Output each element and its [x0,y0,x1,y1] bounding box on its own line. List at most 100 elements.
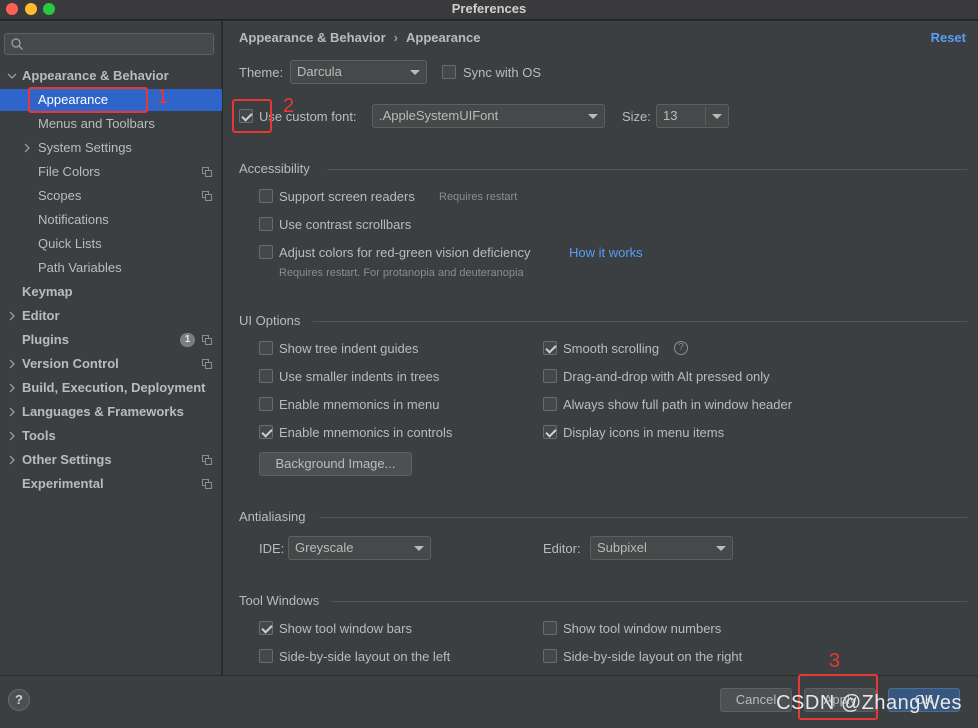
breadcrumb-separator: › [393,30,399,45]
chevron-right-icon [9,407,15,417]
search-input[interactable] [4,33,214,55]
contrast-scrollbars-label: Use contrast scrollbars [279,217,412,232]
sidebar-item-quick-lists[interactable]: Quick Lists [0,233,222,255]
sidebar-item-appearance-behavior[interactable]: Appearance & Behavior [0,65,222,87]
menu-icons-checkbox[interactable] [543,425,557,439]
chevron-down-icon [7,73,17,79]
sidebar-item-menus-toolbars[interactable]: Menus and Toolbars [0,113,222,135]
project-level-icon [202,455,212,465]
ide-aa-select[interactable]: Greyscale [288,536,431,560]
editor-aa-value: Subpixel [597,540,647,555]
sidebar-item-system-settings[interactable]: System Settings [0,137,222,159]
contrast-scrollbars-checkbox[interactable] [259,217,273,231]
adjust-colors-note: Requires restart. For protanopia and deu… [279,267,524,279]
sync-with-os-checkbox[interactable] [442,65,456,79]
accessibility-section-title: Accessibility [239,161,310,176]
watermark: CSDN @ZhangWes [776,692,962,714]
dropdown-arrow-icon [588,114,598,119]
tree-indent-guides-checkbox[interactable] [259,341,273,355]
dropdown-arrow-icon [410,70,420,75]
support-screen-readers-checkbox[interactable] [259,189,273,203]
sidebar-item-build-execution-deployment[interactable]: Build, Execution, Deployment [0,377,222,399]
sidebar-item-file-colors[interactable]: File Colors [0,161,222,183]
annotation-box-1 [28,87,148,113]
ide-aa-value: Greyscale [295,540,354,555]
section-divider [319,517,967,518]
sidebar-item-experimental[interactable]: Experimental [0,473,222,495]
tool-window-numbers-checkbox[interactable] [543,621,557,635]
theme-label: Theme: [239,65,284,80]
chevron-right-icon [9,431,15,441]
theme-select-value: Darcula [297,64,342,79]
chevron-right-icon [9,455,15,465]
editor-aa-select[interactable]: Subpixel [590,536,733,560]
font-size-select[interactable]: 13 [656,104,729,128]
project-level-icon [202,359,212,369]
drag-drop-alt-checkbox[interactable] [543,369,557,383]
tool-windows-section-title: Tool Windows [239,593,320,608]
window-title: Preferences [451,1,527,16]
help-button[interactable]: ? [8,689,30,711]
mnemonics-controls-label: Enable mnemonics in controls [279,425,453,440]
font-select-value: .AppleSystemUIFont [379,108,499,123]
use-custom-font-label: Use custom font: [259,109,357,124]
chevron-right-icon [24,143,30,153]
side-by-side-right-label: Side-by-side layout on the right [563,649,743,664]
menu-icons-label: Display icons in menu items [563,425,725,440]
adjust-colors-label: Adjust colors for red-green vision defic… [279,245,531,260]
dropdown-arrow-icon [712,114,722,119]
antialiasing-section-title: Antialiasing [239,509,306,524]
sidebar-item-path-variables[interactable]: Path Variables [0,257,222,279]
reset-link[interactable]: Reset [931,30,966,45]
chevron-right-icon [9,359,15,369]
smaller-indents-label: Use smaller indents in trees [279,369,440,384]
font-select[interactable]: .AppleSystemUIFont [372,104,605,128]
background-image-button[interactable]: Background Image... [259,452,412,476]
project-level-icon [202,167,212,177]
smooth-scrolling-label: Smooth scrolling [563,341,660,356]
sidebar-item-version-control[interactable]: Version Control [0,353,222,375]
support-screen-readers-label: Support screen readers [279,189,415,204]
annotation-number-2: 2 [283,95,295,117]
tool-window-bars-checkbox[interactable] [259,621,273,635]
chevron-right-icon [9,311,15,321]
breadcrumb-parent[interactable]: Appearance & Behavior [239,30,386,45]
plugins-update-badge: 1 [180,333,195,347]
sync-with-os-label: Sync with OS [463,65,542,80]
project-level-icon [202,191,212,201]
how-it-works-link[interactable]: How it works [569,245,643,260]
sidebar-item-plugins[interactable]: Plugins 1 [0,329,222,351]
sidebar-item-notifications[interactable]: Notifications [0,209,222,231]
side-by-side-right-checkbox[interactable] [543,649,557,663]
tool-window-numbers-label: Show tool window numbers [563,621,722,636]
title-bar: Preferences [0,0,978,20]
search-icon [11,38,23,50]
adjust-colors-checkbox[interactable] [259,245,273,259]
mnemonics-menu-checkbox[interactable] [259,397,273,411]
side-by-side-left-label: Side-by-side layout on the left [279,649,451,664]
requires-restart-note: Requires restart [439,191,518,203]
annotation-box-2 [232,99,272,133]
sidebar-item-languages-frameworks[interactable]: Languages & Frameworks [0,401,222,423]
section-divider [331,601,967,602]
sidebar-item-other-settings[interactable]: Other Settings [0,449,222,471]
mnemonics-controls-checkbox[interactable] [259,425,273,439]
side-by-side-left-checkbox[interactable] [259,649,273,663]
sidebar-item-editor[interactable]: Editor [0,305,222,327]
ui-options-section-title: UI Options [239,313,301,328]
tree-indent-guides-label: Show tree indent guides [279,341,419,356]
smooth-scrolling-checkbox[interactable] [543,341,557,355]
annotation-number-1: 1 [157,86,169,108]
help-icon[interactable]: ? [674,341,688,355]
smaller-indents-checkbox[interactable] [259,369,273,383]
chevron-right-icon [9,383,15,393]
full-path-header-checkbox[interactable] [543,397,557,411]
dropdown-arrow-icon [716,546,726,551]
sidebar-item-keymap[interactable]: Keymap [0,281,222,303]
sidebar-item-tools[interactable]: Tools [0,425,222,447]
sidebar-item-scopes[interactable]: Scopes [0,185,222,207]
breadcrumb-current: Appearance [406,30,481,45]
section-divider [327,169,967,170]
theme-select[interactable]: Darcula [290,60,427,84]
font-size-label: Size: [622,109,651,124]
